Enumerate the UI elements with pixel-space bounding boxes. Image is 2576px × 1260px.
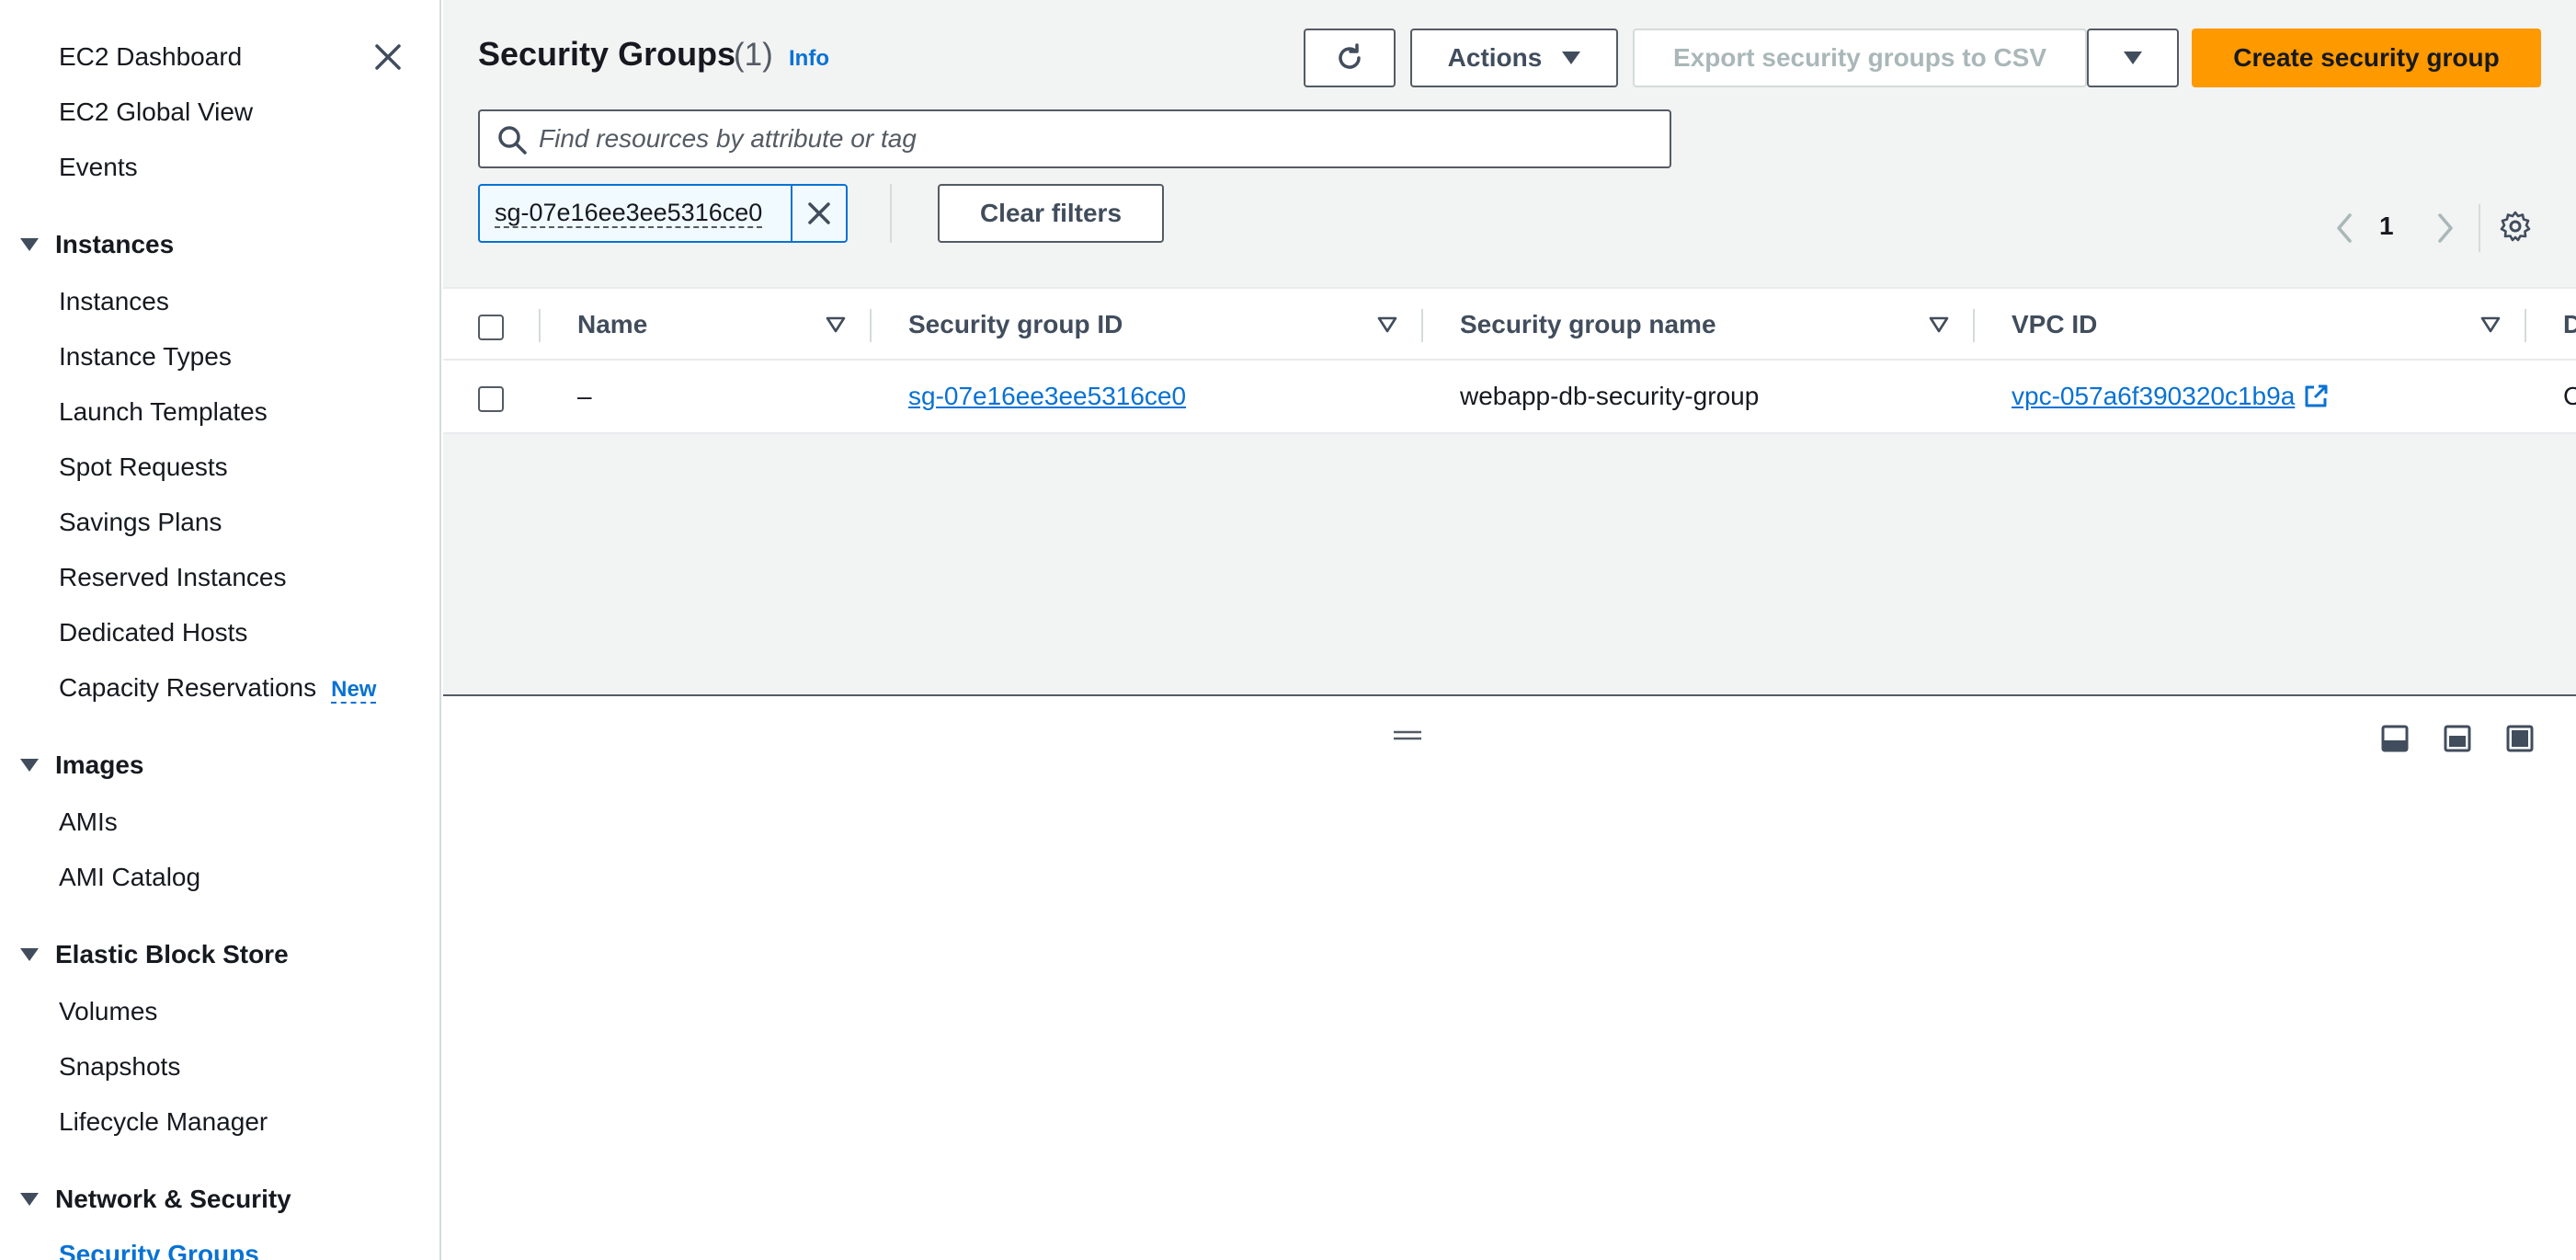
column-header-name[interactable]: Name	[577, 289, 647, 361]
close-icon[interactable]	[371, 40, 405, 74]
main-content: Security Groups (1) Info Actions Export …	[443, 0, 2576, 1260]
filter-token-value[interactable]: sg-07e16ee3ee5316ce0	[480, 186, 791, 241]
sidebar-section-instances[interactable]: Instances	[20, 230, 174, 259]
table-header: Name Security group ID Security group na…	[443, 287, 2576, 361]
split-panel-divider[interactable]	[443, 694, 2576, 696]
caret-down-icon	[20, 1192, 39, 1206]
sort-icon[interactable]	[2480, 315, 2501, 335]
filter-token: sg-07e16ee3ee5316ce0	[478, 184, 848, 243]
caret-down-icon	[1562, 52, 1581, 64]
page-number[interactable]: 1	[2379, 212, 2394, 241]
refresh-icon	[1339, 43, 1361, 69]
clear-filters-button[interactable]: Clear filters	[938, 184, 1164, 243]
drag-handle-icon[interactable]	[1392, 728, 1423, 743]
sidebar-item-ec2-dashboard[interactable]: EC2 Dashboard	[59, 42, 242, 72]
sidebar-item-snapshots[interactable]: Snapshots	[59, 1052, 180, 1082]
chevron-right-icon[interactable]	[2427, 200, 2464, 256]
sidebar-item-label: Capacity Reservations	[59, 673, 317, 702]
split-bottom-icon[interactable]	[2381, 725, 2409, 752]
column-header-security-group-name[interactable]: Security group name	[1460, 289, 1716, 361]
sidebar-item-dedicated-hosts[interactable]: Dedicated Hosts	[59, 618, 247, 647]
security-group-id-link[interactable]: sg-07e16ee3ee5316ce0	[908, 382, 1186, 411]
cell-security-group-id: sg-07e16ee3ee5316ce0	[908, 361, 1186, 432]
sidebar-item-savings-plans[interactable]: Savings Plans	[59, 508, 222, 537]
actions-label: Actions	[1447, 43, 1543, 72]
sidebar-item-instance-types[interactable]: Instance Types	[59, 342, 232, 372]
column-header-security-group-id[interactable]: Security group ID	[908, 289, 1123, 361]
remove-filter-button[interactable]	[791, 186, 846, 241]
page-title: Security Groups	[478, 35, 736, 73]
sidebar-section-elastic-block-store[interactable]: Elastic Block Store	[20, 940, 289, 969]
sort-icon[interactable]	[826, 315, 846, 335]
sidebar: EC2 Dashboard EC2 Global View Events Ins…	[0, 0, 441, 1260]
row-checkbox[interactable]	[478, 386, 504, 412]
split-side-icon[interactable]	[2444, 725, 2471, 752]
column-divider	[1421, 309, 1423, 342]
sidebar-section-network-security[interactable]: Network & Security	[20, 1185, 291, 1214]
sort-icon[interactable]	[1377, 315, 1397, 335]
sidebar-section-label: Images	[55, 750, 144, 779]
sidebar-section-label: Instances	[55, 230, 175, 258]
sidebar-item-capacity-reservations[interactable]: Capacity Reservations New	[59, 673, 377, 704]
sidebar-item-ami-catalog[interactable]: AMI Catalog	[59, 863, 200, 892]
caret-down-icon	[20, 758, 39, 772]
column-header-vpc-id[interactable]: VPC ID	[2012, 289, 2097, 361]
cell-description: C	[2563, 382, 2576, 410]
search-input[interactable]	[539, 111, 1660, 166]
external-link-icon[interactable]	[2302, 383, 2330, 410]
cell-security-group-name: webapp-db-security-group	[1460, 382, 1760, 410]
sidebar-item-lifecycle-manager[interactable]: Lifecycle Manager	[59, 1107, 268, 1137]
export-csv-button[interactable]: Export security groups to CSV	[1633, 29, 2087, 87]
search-icon	[498, 126, 527, 155]
sidebar-item-volumes[interactable]: Volumes	[59, 997, 157, 1026]
sidebar-section-images[interactable]: Images	[20, 750, 144, 780]
column-divider	[1973, 309, 1975, 342]
sidebar-item-launch-templates[interactable]: Launch Templates	[59, 397, 268, 427]
chevron-left-icon[interactable]	[2326, 200, 2363, 256]
sidebar-item-instances[interactable]: Instances	[59, 287, 169, 316]
close-icon	[808, 202, 830, 224]
new-badge: New	[331, 677, 377, 704]
caret-down-icon	[20, 947, 39, 961]
sidebar-item-security-groups[interactable]: Security Groups	[59, 1240, 259, 1260]
sidebar-section-label: Elastic Block Store	[55, 940, 289, 968]
table-row[interactable]: – sg-07e16ee3ee5316ce0 webapp-db-securit…	[443, 361, 2576, 434]
column-divider	[2525, 309, 2526, 342]
security-groups-list-panel: Security Groups (1) Info Actions Export …	[443, 0, 2576, 694]
select-all-checkbox[interactable]	[478, 315, 504, 340]
column-divider	[539, 309, 541, 342]
create-security-group-button[interactable]: Create security group	[2192, 29, 2541, 87]
column-header-description[interactable]: D	[2563, 289, 2576, 361]
sidebar-item-ec2-global-view[interactable]: EC2 Global View	[59, 97, 253, 127]
export-dropdown-button[interactable]	[2087, 29, 2179, 87]
gear-icon[interactable]	[2499, 210, 2532, 243]
column-divider	[870, 309, 872, 342]
filter-token-label: sg-07e16ee3ee5316ce0	[495, 199, 763, 228]
divider	[890, 184, 892, 243]
sidebar-item-spot-requests[interactable]: Spot Requests	[59, 452, 228, 482]
cell-name: –	[577, 382, 592, 410]
caret-down-icon	[20, 237, 39, 251]
refresh-button[interactable]	[1304, 29, 1396, 87]
info-link[interactable]: Info	[789, 46, 829, 72]
caret-down-icon	[2124, 52, 2142, 64]
actions-button[interactable]: Actions	[1410, 29, 1618, 87]
result-count: (1)	[734, 37, 773, 73]
split-full-icon[interactable]	[2506, 725, 2534, 752]
sidebar-item-events[interactable]: Events	[59, 153, 138, 182]
vpc-id-link[interactable]: vpc-057a6f390320c1b9a	[2012, 382, 2295, 411]
sidebar-section-label: Network & Security	[55, 1185, 291, 1213]
search-box	[478, 109, 1671, 168]
sidebar-item-amis[interactable]: AMIs	[59, 808, 118, 837]
divider	[2479, 204, 2480, 252]
cell-vpc-id: vpc-057a6f390320c1b9a	[2012, 361, 2330, 432]
sort-icon[interactable]	[1929, 315, 1949, 335]
sidebar-item-reserved-instances[interactable]: Reserved Instances	[59, 563, 286, 592]
